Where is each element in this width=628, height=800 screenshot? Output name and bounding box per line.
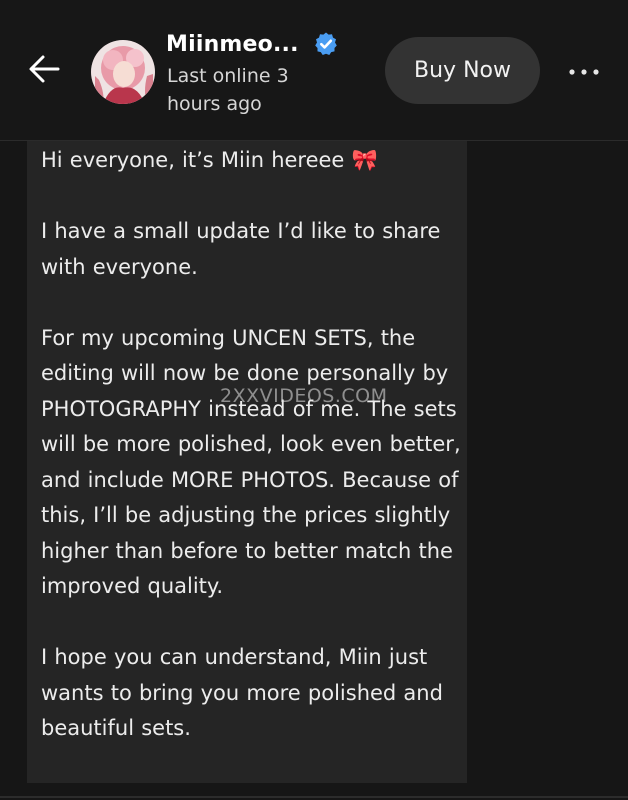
avatar[interactable] <box>91 40 155 104</box>
chat-screen: Miinmeo... Last online 3 hours ago Buy N… <box>0 0 628 800</box>
last-online-status: Last online 3 hours ago <box>167 65 289 115</box>
chat-header: Miinmeo... Last online 3 hours ago Buy N… <box>0 0 628 141</box>
verified-badge-icon <box>314 32 337 55</box>
divider <box>0 796 628 798</box>
message-text: Hi everyone, it’s Miin hereee 🎀 I have a… <box>41 148 461 740</box>
name-row[interactable]: Miinmeo... <box>166 28 339 60</box>
more-options-icon[interactable] <box>568 62 600 82</box>
back-arrow-icon[interactable] <box>24 48 66 90</box>
contact-name: Miinmeo... <box>166 31 299 57</box>
buy-now-button[interactable]: Buy Now <box>385 37 540 104</box>
